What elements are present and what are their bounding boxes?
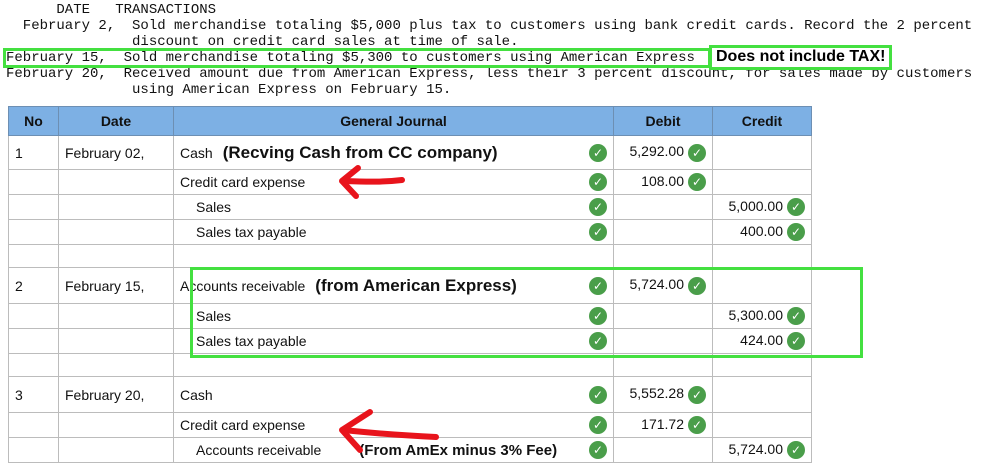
arrow-icon [339,165,405,199]
arrow-icon [339,409,439,453]
red-arrows [339,165,439,453]
